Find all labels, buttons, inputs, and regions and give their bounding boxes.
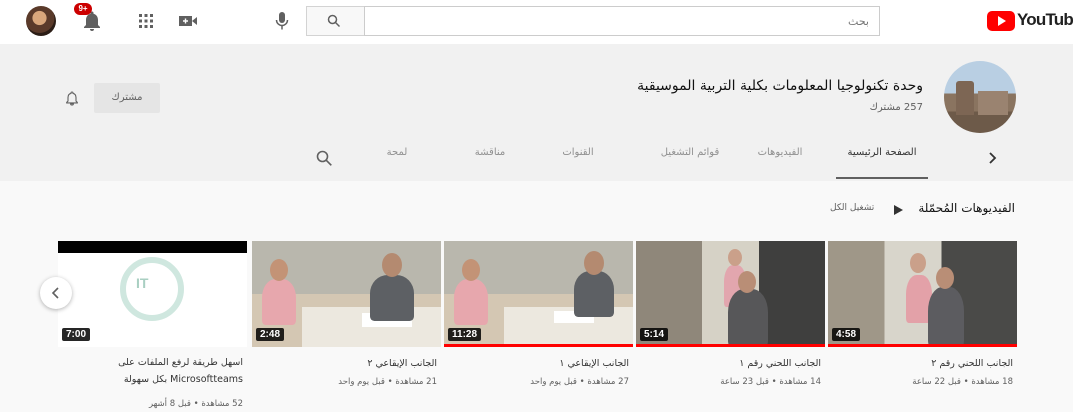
- thumb-head: [936, 267, 954, 289]
- thumb-head: [738, 271, 756, 293]
- video-duration: 4:58: [832, 328, 861, 341]
- tab-about[interactable]: لمحة: [372, 147, 422, 179]
- chevron-right-icon[interactable]: [985, 151, 999, 165]
- video-title[interactable]: الجانب اللحني رقم ٢: [833, 354, 1013, 373]
- video-meta: 21 مشاهدة • قبل يوم واحد: [338, 377, 437, 387]
- video-duration: 7:00: [62, 328, 91, 341]
- thumb-figure: [728, 289, 768, 347]
- video-title[interactable]: الجانب الإيقاعي ١: [449, 354, 629, 373]
- video-card[interactable]: 5:14 الجانب اللحني رقم ١ 14 مشاهدة • قبل…: [636, 241, 825, 411]
- watch-progress-bar: [828, 344, 1017, 347]
- video-meta: 52 مشاهدة • قبل 8 أشهر: [148, 399, 243, 409]
- video-thumbnail[interactable]: 2:48: [252, 241, 441, 347]
- youtube-play-icon: [987, 11, 1015, 31]
- voice-search-mic-icon[interactable]: [274, 10, 290, 32]
- play-all-link[interactable]: تشغيل الكل: [830, 203, 874, 219]
- video-card[interactable]: IT 7:00 اسهل طريقة لرفع الملفات على Micr…: [58, 241, 247, 411]
- youtube-logo[interactable]: YouTube: [987, 10, 1073, 32]
- channel-name: وحدة تكنولوجيا المعلومات بكلية التربية ا…: [637, 78, 923, 94]
- video-title[interactable]: الجانب اللحني رقم ١: [641, 354, 821, 373]
- thumb-head: [382, 253, 402, 277]
- video-meta: 18 مشاهدة • قبل 22 ساعة: [912, 377, 1013, 387]
- play-icon[interactable]: [893, 205, 903, 215]
- thumb-figure: [262, 279, 296, 325]
- video-card[interactable]: 11:28 الجانب الإيقاعي ١ 27 مشاهدة • قبل …: [444, 241, 633, 411]
- thumb-figure: [574, 271, 614, 317]
- search-input[interactable]: [364, 6, 880, 36]
- thumb-figure: [454, 279, 488, 325]
- thumb-head: [910, 253, 926, 273]
- section-title[interactable]: الفيديوهات المُحمّلة: [918, 201, 1015, 215]
- tab-playlists[interactable]: قوائم التشغيل: [650, 147, 730, 179]
- video-meta: 14 مشاهدة • قبل 23 ساعة: [720, 377, 821, 387]
- top-bar: 9+ YouTube: [0, 0, 1073, 44]
- it-logo-text: IT: [136, 275, 149, 291]
- tab-discussion[interactable]: مناقشة: [460, 147, 520, 179]
- channel-header: وحدة تكنولوجيا المعلومات بكلية التربية ا…: [0, 44, 1073, 181]
- video-thumbnail[interactable]: IT 7:00: [58, 241, 247, 347]
- create-video-icon[interactable]: [178, 13, 198, 29]
- watch-progress-bar: [636, 344, 825, 347]
- channel-search-icon[interactable]: [315, 149, 333, 167]
- scroll-left-button[interactable]: [40, 277, 72, 309]
- tab-home[interactable]: الصفحة الرئيسية: [836, 147, 928, 179]
- thumb-head: [728, 249, 742, 266]
- it-logo-watermark: [120, 257, 184, 321]
- thumb-figure: [370, 275, 414, 321]
- search-icon: [327, 14, 341, 28]
- user-avatar[interactable]: [26, 6, 56, 36]
- thumb-black-bar: [58, 241, 247, 253]
- uploads-section: الفيديوهات المُحمّلة تشغيل الكل 4:58 الج…: [0, 181, 1073, 412]
- video-meta: 27 مشاهدة • قبل يوم واحد: [530, 377, 629, 387]
- tab-channels[interactable]: القنوات: [548, 147, 608, 179]
- search-button[interactable]: [306, 6, 364, 36]
- video-thumbnail[interactable]: 5:14: [636, 241, 825, 347]
- subscriber-count: 257 مشترك: [869, 102, 923, 113]
- thumb-head: [584, 251, 604, 275]
- channel-avatar[interactable]: [944, 61, 1016, 133]
- tab-videos[interactable]: الفيديوهات: [745, 147, 815, 179]
- video-card[interactable]: 2:48 الجانب الإيقاعي ٢ 21 مشاهدة • قبل ي…: [252, 241, 441, 411]
- youtube-logo-text: YouTube: [1017, 10, 1073, 29]
- thumb-figure: [928, 287, 964, 347]
- watch-progress-bar: [444, 344, 633, 347]
- video-duration: 2:48: [256, 328, 285, 341]
- channel-notification-bell-icon[interactable]: [64, 90, 80, 106]
- video-thumbnail[interactable]: 4:58: [828, 241, 1017, 347]
- video-duration: 5:14: [640, 328, 669, 341]
- video-title[interactable]: اسهل طريقة لرفع الملفات على Microsofttea…: [63, 354, 243, 388]
- video-duration: 11:28: [448, 328, 482, 341]
- video-title[interactable]: الجانب الإيقاعي ٢: [257, 354, 437, 373]
- thumb-head: [462, 259, 480, 281]
- chevron-left-icon: [51, 287, 59, 299]
- thumb-head: [270, 259, 288, 281]
- video-thumbnail[interactable]: 11:28: [444, 241, 633, 347]
- video-card[interactable]: 4:58 الجانب اللحني رقم ٢ 18 مشاهدة • قبل…: [828, 241, 1017, 411]
- channel-tabs: الصفحة الرئيسية الفيديوهات قوائم التشغيل…: [0, 141, 1073, 181]
- apps-grid-icon[interactable]: [138, 13, 154, 29]
- notification-count-badge: 9+: [74, 3, 92, 15]
- subscribed-button[interactable]: مشترك: [94, 83, 160, 113]
